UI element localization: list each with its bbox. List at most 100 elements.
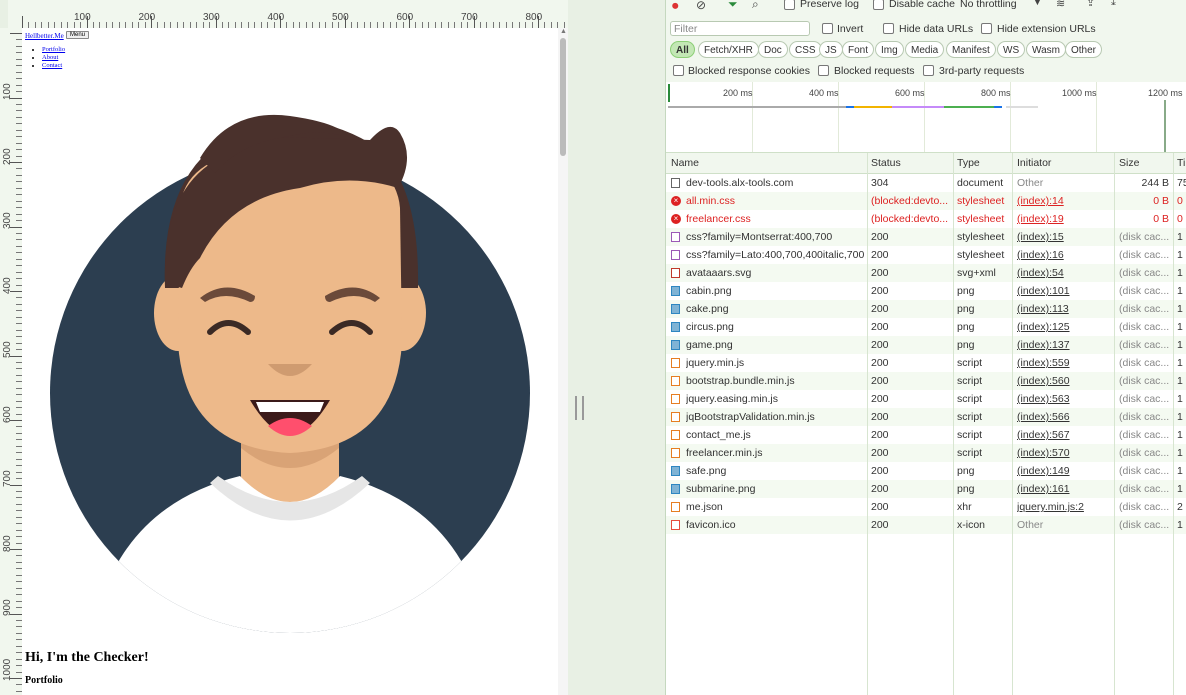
table-row[interactable]: jquery.min.js 200 script (index):559 (disk c… [666,354,1186,372]
request-initiator[interactable]: (index):137 [1017,339,1112,351]
type-filter-all[interactable]: All [670,41,695,58]
timeline-label-600: 600 ms [895,88,925,98]
table-row[interactable]: favicon.ico 200 x-icon Other (disk cac... 1 [666,516,1186,534]
record-stop-icon[interactable]: ⏺ [672,0,679,14]
request-initiator[interactable]: (index):567 [1017,429,1112,441]
request-status: 200 [871,483,889,495]
blocked-requests-checkbox[interactable] [818,65,829,76]
page-scrollbar[interactable]: ▲ [558,28,568,695]
table-row[interactable]: css?family=Lato:400,700,400italic,700...… [666,246,1186,264]
disable-cache-checkbox[interactable] [873,0,884,10]
filter-input[interactable]: Filter [670,21,810,36]
nav-link-contact[interactable]: Contact [42,62,62,69]
download-icon[interactable]: ⤓ [1111,0,1116,9]
file-icon [671,268,680,278]
clear-icon[interactable]: ⊘ [696,0,706,12]
column-header-initiator[interactable]: Initiator [1017,157,1051,169]
table-row[interactable]: × freelancer.css (blocked:devto... styleshe… [666,210,1186,228]
table-row[interactable]: css?family=Montserrat:400,700 200 styleshe… [666,228,1186,246]
table-row[interactable]: circus.png 200 png (index):125 (disk cac... 1 [666,318,1186,336]
scroll-thumb[interactable] [560,38,566,156]
request-initiator[interactable]: (index):54 [1017,267,1112,279]
menu-button[interactable]: Menu [66,31,90,39]
request-initiator[interactable]: (index):14 [1017,195,1112,207]
request-time: 1 [1177,483,1183,495]
network-conditions-icon[interactable]: ≋ [1056,0,1065,10]
file-icon [671,448,680,458]
ruler-label: 300 [2,212,13,229]
request-initiator[interactable]: (index):19 [1017,213,1112,225]
type-filter-font[interactable]: Font [842,41,875,58]
filter-icon[interactable]: ⏷ [728,0,738,12]
request-initiator[interactable]: (index):161 [1017,483,1112,495]
column-header-type[interactable]: Type [957,157,980,169]
type-filter-img[interactable]: Img [875,41,904,58]
hide-extension-urls-checkbox[interactable] [981,23,992,34]
column-header-time[interactable]: Ti [1177,157,1185,169]
error-icon: × [671,214,681,224]
ruler-label: 600 [396,12,414,23]
table-row[interactable]: avataaars.svg 200 svg+xml (index):54 (disk c… [666,264,1186,282]
table-row[interactable]: me.json 200 xhr jquery.min.js:2 (disk cac...… [666,498,1186,516]
request-initiator[interactable]: (index):149 [1017,465,1112,477]
type-filter-wasm[interactable]: Wasm [1026,41,1066,58]
type-filter-css[interactable]: CSS [789,41,822,58]
request-initiator[interactable]: (index):559 [1017,357,1112,369]
type-filter-other[interactable]: Other [1065,41,1103,58]
table-row[interactable]: cake.png 200 png (index):113 (disk cac... 1 [666,300,1186,318]
request-initiator[interactable]: (index):570 [1017,447,1112,459]
table-row[interactable]: × all.min.css (blocked:devto... stylesheet (… [666,192,1186,210]
type-filter-ws[interactable]: WS [997,41,1026,58]
table-row[interactable]: bootstrap.bundle.min.js 200 script (index):… [666,372,1186,390]
pane-splitter-handle[interactable] [575,396,584,420]
table-row[interactable]: contact_me.js 200 script (index):567 (disk c… [666,426,1186,444]
request-initiator[interactable]: (index):560 [1017,375,1112,387]
chevron-down-icon[interactable]: ▼ [1033,0,1042,7]
nav-brand-link[interactable]: Hellbetter.Me [25,32,64,40]
table-row[interactable]: freelancer.min.js 200 script (index):570 (di… [666,444,1186,462]
request-initiator[interactable]: (index):125 [1017,321,1112,333]
table-row[interactable]: dev-tools.alx-tools.com 304 document Other 2… [666,174,1186,192]
type-filter-fetch-xhr[interactable]: Fetch/XHR [698,41,759,58]
table-row[interactable]: jqBootstrapValidation.min.js 200 script (in… [666,408,1186,426]
request-type: script [957,375,983,387]
table-row[interactable]: submarine.png 200 png (index):161 (disk cac.… [666,480,1186,498]
column-header-name[interactable]: Name [671,157,699,169]
table-row[interactable]: cabin.png 200 png (index):101 (disk cac... 1 [666,282,1186,300]
table-row[interactable]: jquery.easing.min.js 200 script (index):563… [666,390,1186,408]
ruler-label: 400 [267,12,285,23]
hide-extension-urls-label: Hide extension URLs [997,23,1096,35]
preserve-log-checkbox[interactable] [784,0,795,10]
request-initiator[interactable]: (index):101 [1017,285,1112,297]
blocked-cookies-checkbox[interactable] [673,65,684,76]
type-filter-manifest[interactable]: Manifest [946,41,996,58]
timeline-overview[interactable]: 200 ms 400 ms 600 ms 800 ms 1000 ms 1200… [666,82,1186,153]
table-row[interactable]: safe.png 200 png (index):149 (disk cac... 1 [666,462,1186,480]
table-row[interactable]: game.png 200 png (index):137 (disk cac... 1 [666,336,1186,354]
request-size: (disk cac... [1119,483,1169,495]
timeline-label-800: 800 ms [981,88,1011,98]
request-initiator[interactable]: (index):113 [1017,303,1112,315]
nav-list: Portfolio About Contact [42,46,65,70]
type-filter-js[interactable]: JS [819,41,843,58]
request-initiator: Other [1017,177,1044,189]
nav-link-about[interactable]: About [42,54,58,61]
search-icon[interactable]: ⌕ [752,0,759,12]
request-initiator[interactable]: (index):566 [1017,411,1112,423]
third-party-checkbox[interactable] [923,65,934,76]
disable-cache-label: Disable cache [889,0,955,10]
request-initiator[interactable]: (index):15 [1017,231,1112,243]
column-header-size[interactable]: Size [1119,157,1139,169]
type-filter-doc[interactable]: Doc [758,41,788,58]
upload-icon[interactable]: ⇪ [1086,0,1095,9]
throttling-select[interactable]: No throttling [960,0,1017,10]
type-filter-media[interactable]: Media [905,41,945,58]
invert-checkbox[interactable] [822,23,833,34]
scroll-up-icon[interactable]: ▲ [560,28,567,35]
nav-link-portfolio[interactable]: Portfolio [42,46,65,53]
request-initiator[interactable]: (index):16 [1017,249,1112,261]
request-initiator[interactable]: jquery.min.js:2 [1017,501,1112,513]
request-initiator[interactable]: (index):563 [1017,393,1112,405]
column-header-status[interactable]: Status [871,157,901,169]
hide-data-urls-checkbox[interactable] [883,23,894,34]
